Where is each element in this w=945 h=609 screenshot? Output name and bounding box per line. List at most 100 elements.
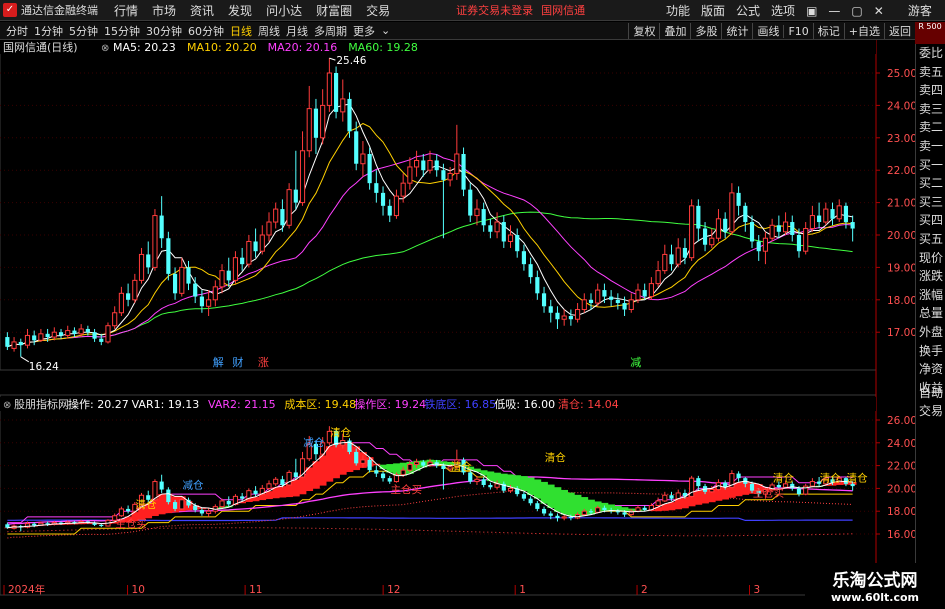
menu-discover[interactable]: 发现: [228, 2, 252, 19]
candle-body: [655, 500, 661, 507]
candle-body: [367, 459, 372, 471]
candle-body: [702, 228, 708, 245]
candle-body: [374, 470, 379, 474]
minimize-icon[interactable]: —: [828, 4, 840, 18]
ribbon-segment: [547, 484, 555, 509]
candle-body: [232, 257, 239, 281]
kline-chart[interactable]: 25.00 24.00 23.00 22.00 21.00 20.00 19.00 18.00…: [0, 39, 917, 597]
menu-quotes[interactable]: 行情: [114, 2, 138, 19]
y-tick-label: 18.00: [887, 506, 915, 518]
y-tick-label: 26.00: [887, 415, 915, 427]
side-label: 外盘: [919, 325, 944, 339]
period-weekly[interactable]: 周线: [258, 23, 280, 39]
menu-formula[interactable]: 公式: [736, 2, 760, 19]
tool-mark[interactable]: 标记: [812, 23, 844, 39]
candle-body: [468, 189, 473, 216]
side-label: 买五: [919, 232, 944, 246]
menu-trade[interactable]: 交易: [366, 2, 390, 19]
candle-body: [743, 205, 748, 223]
period-multi[interactable]: 多周期: [314, 23, 347, 39]
candle-body: [588, 299, 594, 304]
period-60min[interactable]: 60分钟: [188, 23, 224, 39]
candle-body: [186, 267, 191, 284]
period-1min[interactable]: 1分钟: [34, 23, 63, 39]
candle-body: [206, 299, 212, 307]
candle-body: [407, 463, 413, 471]
candle-body: [796, 488, 802, 495]
indicator-value: 铁底区: 16.85: [424, 397, 496, 411]
candle-body: [515, 235, 520, 252]
period-30min[interactable]: 30分钟: [146, 23, 182, 39]
side-label: 买一: [919, 157, 944, 172]
candle-body: [226, 270, 231, 281]
candle-body: [762, 237, 769, 252]
menu-function[interactable]: 功能: [666, 2, 690, 19]
candle-body: [240, 257, 245, 265]
x-tick-label: 12: [387, 584, 400, 596]
period-more[interactable]: 更多: [353, 23, 375, 39]
candle-body: [823, 208, 829, 223]
side-label: 买三: [919, 194, 944, 209]
chevron-down-icon[interactable]: ⌄: [381, 24, 390, 37]
period-15min[interactable]: 15分钟: [104, 23, 140, 39]
tool-draw[interactable]: 画线: [752, 23, 783, 39]
tool-stats[interactable]: 统计: [721, 23, 752, 39]
x-tick-label: 2024年: [8, 583, 45, 596]
candle-body: [595, 507, 601, 513]
tool-restore-rights[interactable]: 复权: [628, 23, 659, 39]
low-label: 16.24: [29, 361, 59, 373]
restore-icon[interactable]: ▣: [806, 4, 817, 18]
x-tick-label: 10: [132, 584, 145, 596]
ma-value: MA20: 20.16: [268, 41, 338, 54]
indicator-annotation: 主仓买: [390, 483, 422, 496]
candle-body: [494, 221, 500, 233]
ribbon-segment: [319, 455, 327, 486]
login-status[interactable]: 证券交易未登录: [456, 2, 533, 18]
candle-body: [118, 508, 124, 517]
candle-body: [581, 510, 587, 516]
candle-body: [481, 479, 486, 485]
menu-market[interactable]: 市场: [152, 2, 176, 19]
menu-options[interactable]: 选项: [771, 2, 795, 19]
close-icon[interactable]: ✕: [874, 4, 884, 18]
candle-body: [709, 489, 715, 493]
candle-body: [99, 338, 104, 342]
candle-body: [736, 473, 741, 479]
menu-layout[interactable]: 版面: [701, 2, 725, 19]
side-label: 现价: [919, 250, 944, 265]
r-badge[interactable]: R 500: [915, 22, 945, 44]
chart-area[interactable]: 25.00 24.00 23.00 22.00 21.00 20.00 19.00 18.00…: [0, 39, 917, 597]
menu-news[interactable]: 资讯: [190, 2, 214, 19]
period-daily[interactable]: 日线: [230, 23, 252, 39]
period-intraday[interactable]: 分时: [6, 23, 28, 39]
candle-body: [468, 472, 473, 482]
menu-wealth[interactable]: 财富圈: [316, 2, 352, 19]
indicator-annotation: 清仓: [136, 498, 157, 511]
period-5min[interactable]: 5分钟: [69, 23, 98, 39]
tool-overlay[interactable]: 叠加: [659, 23, 690, 39]
period-monthly[interactable]: 月线: [286, 23, 308, 39]
candle-body: [588, 511, 594, 513]
candle-body: [696, 205, 701, 229]
tool-multi-stock[interactable]: 多股: [690, 23, 721, 39]
ribbon-segment: [279, 486, 287, 498]
maximize-icon[interactable]: ▢: [851, 4, 862, 18]
candle-body: [843, 205, 849, 223]
candle-body: [118, 292, 124, 314]
tool-f10[interactable]: F10: [783, 24, 812, 38]
menu-ask[interactable]: 问小达: [266, 2, 302, 19]
menu-bar: ✓ 通达信金融终端 行情 市场 资讯 发现 问小达 财富圈 交易 证券交易未登录…: [0, 0, 945, 21]
app-title: 通达信金融终端: [21, 4, 98, 17]
candle-body: [528, 498, 533, 504]
tool-add-watchlist[interactable]: +自选: [843, 23, 884, 39]
candle-body: [575, 309, 581, 320]
candle-body: [360, 459, 366, 464]
candle-body: [434, 160, 439, 171]
candle-body: [212, 286, 218, 301]
candle-body: [521, 251, 527, 265]
tool-back[interactable]: 返回: [884, 23, 915, 39]
x-tick-label: 2: [641, 584, 648, 596]
x-tick-label: 1: [519, 584, 526, 596]
guest-button[interactable]: 游客: [908, 2, 932, 19]
candle-body: [387, 478, 392, 482]
